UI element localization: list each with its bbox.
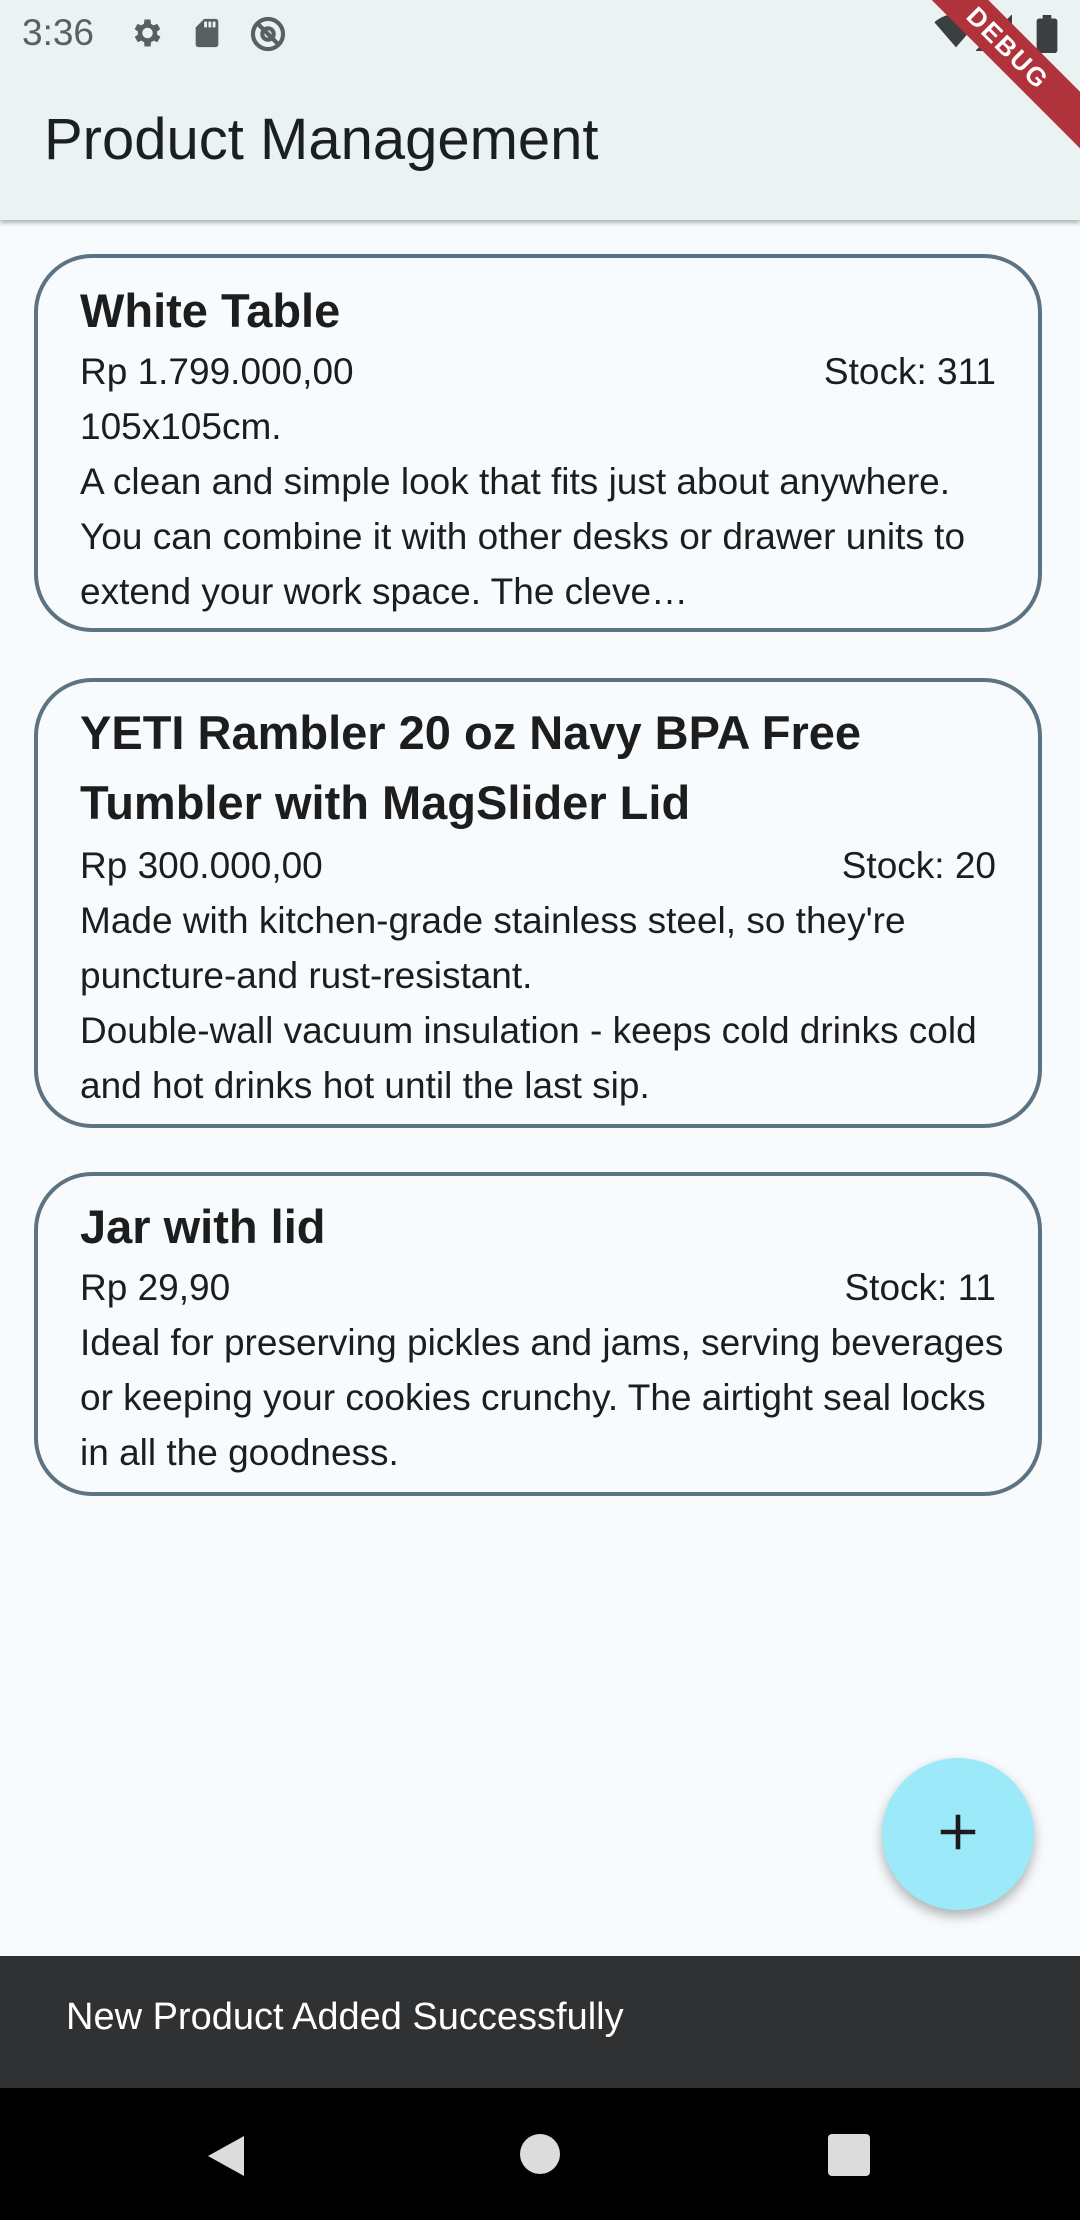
page-title: Product Management [44,107,599,172]
product-description: 105x105cm. A clean and simple look that … [80,406,966,612]
recents-icon[interactable] [828,2134,870,2181]
product-description: Made with kitchen-grade stainless steel,… [80,900,977,1106]
sd-card-icon [190,15,224,56]
product-stock: Stock: 20 [841,845,996,886]
gear-icon [128,15,164,56]
back-icon[interactable] [204,2132,248,2185]
plus-icon [935,1809,981,1860]
product-stock: Stock: 11 [844,1267,996,1308]
product-name: White Table [80,284,341,337]
snackbar-message: New Product Added Successfully [66,1996,624,2038]
product-description: Ideal for preserving pickles and jams, s… [80,1322,1004,1473]
status-time: 3:36 [22,12,95,53]
product-name: Jar with lid [80,1200,326,1253]
product-price: Rp 29,90 [80,1267,231,1308]
product-price: Rp 1.799.000,00 [80,351,354,392]
app-bar: Product Management [0,66,1080,220]
product-card[interactable]: YETI Rambler 20 oz Navy BPA Free Tumbler… [34,678,1042,1128]
status-bar: 3:36 [0,0,1080,66]
add-product-button[interactable] [882,1758,1034,1910]
product-price: Rp 300.000,00 [80,845,323,886]
home-icon[interactable] [518,2132,562,2181]
product-stock: Stock: 311 [823,351,996,392]
product-card[interactable]: Jar with lid Rp 29,90 Stock: 11 Ideal fo… [34,1172,1042,1496]
product-card[interactable]: White Table Rp 1.799.000,00 Stock: 311 1… [34,254,1042,632]
snackbar: New Product Added Successfully [0,1956,1080,2088]
at-sign-icon [248,15,288,58]
product-name: YETI Rambler 20 oz Navy BPA Free Tumbler… [80,706,862,829]
navigation-bar [0,2088,1080,2220]
